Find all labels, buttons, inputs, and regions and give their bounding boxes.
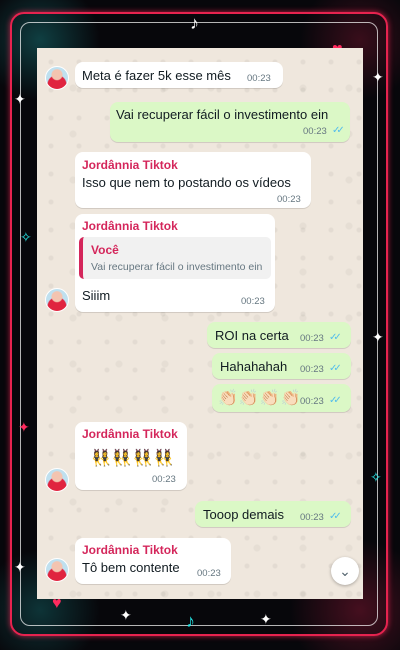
tiktok-note-icon: ♪ bbox=[186, 611, 195, 631]
message-bubble-outgoing[interactable]: ROI na certa 00:23 ✓✓ bbox=[207, 322, 351, 348]
message-time: 00:23 bbox=[300, 396, 324, 407]
message-text: Tô bem contente bbox=[82, 560, 180, 575]
sparkle-icon: ✧ bbox=[370, 469, 382, 485]
emoji-content: 👯‍♀️👯‍♀️👯‍♀️👯‍♀️ bbox=[91, 450, 175, 467]
message-bubble-incoming[interactable]: Jordânnia Tiktok Isso que nem to postand… bbox=[75, 152, 311, 208]
message-bubble-incoming[interactable]: Jordânnia Tiktok 👯‍♀️👯‍♀️👯‍♀️👯‍♀️ 00:23 bbox=[75, 422, 187, 490]
message-bubble-incoming[interactable]: Meta é fazer 5k esse mês 00:23 bbox=[75, 62, 283, 88]
avatar[interactable] bbox=[45, 66, 69, 90]
avatar[interactable] bbox=[45, 558, 69, 582]
sparkle-icon: ✦ bbox=[14, 559, 26, 575]
read-receipt-icon: ✓✓ bbox=[329, 511, 342, 522]
message-text: ROI na certa bbox=[215, 328, 289, 343]
chevron-down-icon: ⌄ bbox=[339, 562, 351, 579]
quoted-text: Vai recuperar fácil o investimento ein bbox=[91, 261, 263, 273]
read-receipt-icon: ✓✓ bbox=[329, 332, 342, 343]
sparkle-icon: ✦ bbox=[372, 69, 384, 85]
message-text: Siiim bbox=[82, 288, 111, 303]
sender-name: Jordânnia Tiktok bbox=[82, 158, 178, 172]
sender-name: Jordânnia Tiktok bbox=[82, 219, 178, 233]
sparkle-icon: ✦ bbox=[18, 419, 30, 435]
sparkle-icon: ✦ bbox=[372, 329, 384, 345]
sender-name: Jordânnia Tiktok bbox=[82, 427, 178, 441]
message-time: 00:23 bbox=[197, 568, 221, 579]
message-time: 00:23 bbox=[277, 194, 301, 205]
emoji-content: 👏🏻👏🏻👏🏻👏🏻 bbox=[218, 390, 302, 407]
message-time: 00:23 bbox=[247, 73, 271, 84]
message-time: 00:23 bbox=[303, 126, 327, 137]
message-text: Vai recuperar fácil o investimento ein bbox=[116, 107, 329, 122]
scroll-down-button[interactable]: ⌄ bbox=[331, 557, 359, 585]
tiktok-note-icon: ♪ bbox=[190, 13, 199, 33]
message-time: 00:23 bbox=[300, 512, 324, 523]
message-bubble-incoming[interactable]: Jordânnia Tiktok Tô bem contente 00:23 bbox=[75, 538, 231, 584]
quoted-message[interactable]: Você Vai recuperar fácil o investimento … bbox=[79, 237, 271, 279]
message-bubble-outgoing[interactable]: 👏🏻👏🏻👏🏻👏🏻 00:23 ✓✓ bbox=[212, 384, 351, 412]
avatar[interactable] bbox=[45, 288, 69, 312]
sender-name: Jordânnia Tiktok bbox=[82, 543, 178, 557]
read-receipt-icon: ✓✓ bbox=[329, 363, 342, 374]
message-time: 00:23 bbox=[152, 474, 176, 485]
message-text: Isso que nem to postando os vídeos bbox=[82, 175, 291, 190]
chat-area[interactable]: Meta é fazer 5k esse mês 00:23 Vai recup… bbox=[37, 48, 363, 599]
avatar[interactable] bbox=[45, 468, 69, 492]
read-receipt-icon: ✓✓ bbox=[329, 395, 342, 406]
message-bubble-outgoing[interactable]: Vai recuperar fácil o investimento ein 0… bbox=[110, 102, 350, 142]
sparkle-icon: ✦ bbox=[14, 91, 26, 107]
sparkle-icon: ✧ bbox=[20, 229, 32, 245]
message-text: Meta é fazer 5k esse mês bbox=[82, 68, 231, 83]
read-receipt-icon: ✓✓ bbox=[332, 125, 345, 136]
message-time: 00:23 bbox=[300, 333, 324, 344]
message-time: 00:23 bbox=[241, 296, 265, 307]
sparkle-icon: ✦ bbox=[120, 607, 132, 623]
message-bubble-outgoing[interactable]: Tooop demais 00:23 ✓✓ bbox=[195, 501, 351, 527]
quoted-author: Você bbox=[91, 243, 119, 257]
message-bubble-incoming[interactable]: Jordânnia Tiktok Você Vai recuperar fáci… bbox=[75, 214, 275, 312]
sparkle-icon: ✦ bbox=[260, 611, 272, 627]
message-bubble-outgoing[interactable]: Hahahahah 00:23 ✓✓ bbox=[212, 353, 351, 379]
message-text: Tooop demais bbox=[203, 507, 284, 522]
message-time: 00:23 bbox=[300, 364, 324, 375]
message-text: Hahahahah bbox=[220, 359, 288, 374]
